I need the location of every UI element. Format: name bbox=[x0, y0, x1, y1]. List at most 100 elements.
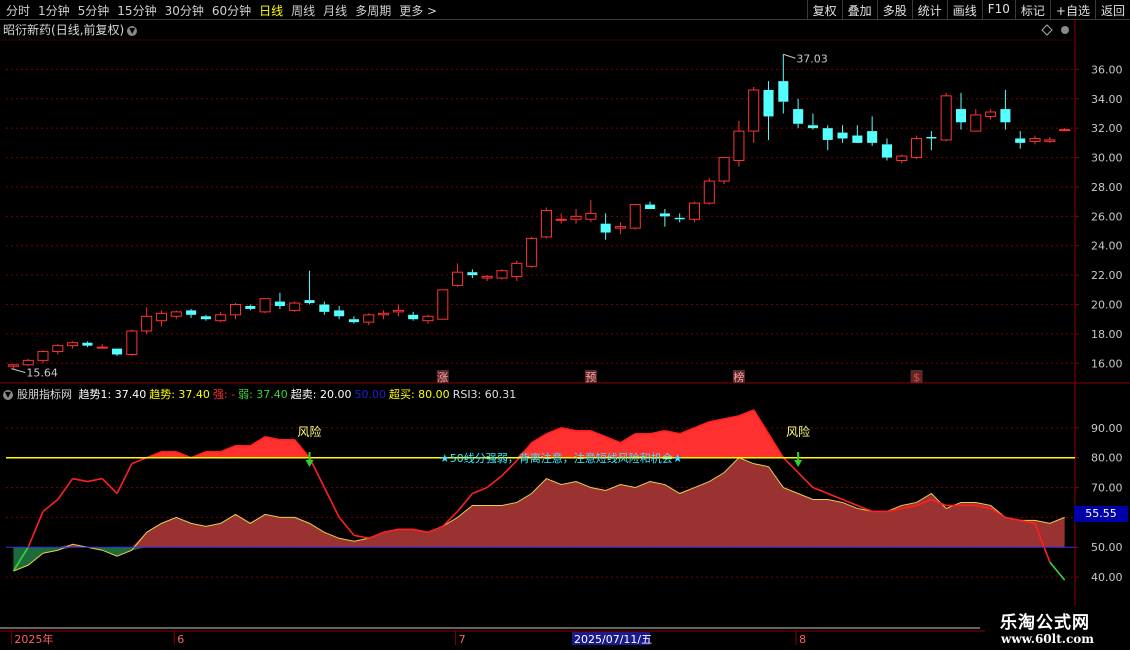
candle-66 bbox=[985, 109, 997, 120]
candle-26 bbox=[392, 304, 404, 317]
candle-body-63 bbox=[940, 95, 952, 141]
candle-body-71 bbox=[1059, 129, 1071, 132]
event-marker-3: $ bbox=[913, 371, 920, 384]
price-tick-label-1: 18.00 bbox=[1091, 328, 1123, 341]
candle-body-13 bbox=[200, 316, 211, 320]
candle-body-33 bbox=[496, 270, 508, 279]
candle-61 bbox=[911, 135, 923, 160]
candle-body-14 bbox=[215, 314, 227, 322]
candle-18 bbox=[274, 292, 285, 309]
candle-50 bbox=[748, 87, 760, 143]
price-tick-label-7: 30.00 bbox=[1091, 152, 1123, 165]
candle-body-31 bbox=[467, 272, 478, 276]
rsi-segment-21 bbox=[323, 487, 340, 518]
overbought-area bbox=[13, 409, 1065, 458]
candle-body-34 bbox=[511, 262, 523, 278]
ind-tick-label-3: 70.00 bbox=[1091, 482, 1123, 495]
watermark-url: www.60lt.com bbox=[1001, 632, 1094, 646]
time-label-2: 7 bbox=[459, 633, 466, 646]
rsi-segment-23 bbox=[353, 534, 369, 540]
candle-body-68 bbox=[1015, 138, 1026, 143]
candle-body-15 bbox=[229, 304, 242, 316]
event-marker-1: 预 bbox=[585, 371, 596, 384]
risk-label-0: 风险 bbox=[298, 424, 322, 439]
candle-0 bbox=[7, 364, 19, 369]
candle-body-56 bbox=[837, 132, 848, 139]
price-tick-label-0: 16.00 bbox=[1091, 357, 1123, 370]
rsi-segment-32 bbox=[486, 474, 503, 489]
price-tick-label-6: 28.00 bbox=[1091, 181, 1123, 194]
candle-46 bbox=[688, 201, 701, 223]
candle-53 bbox=[793, 98, 804, 129]
candle-body-5 bbox=[82, 342, 93, 346]
price-tick-label-8: 32.00 bbox=[1091, 122, 1123, 135]
candle-48 bbox=[718, 157, 730, 185]
candle-body-30 bbox=[452, 271, 464, 286]
time-label-3: 2025/07/11/五 bbox=[574, 633, 652, 646]
event-marker-0: 涨 bbox=[437, 371, 448, 384]
ind-tick-label-5: 90.00 bbox=[1091, 422, 1123, 435]
rsi-segment-55 bbox=[827, 492, 843, 501]
candle-63 bbox=[940, 92, 952, 142]
rsi-segment-7 bbox=[116, 463, 133, 494]
candle-5 bbox=[82, 341, 93, 348]
candle-69 bbox=[1029, 135, 1041, 145]
candle-11 bbox=[170, 310, 182, 320]
candle-body-20 bbox=[304, 300, 315, 304]
candle-body-39 bbox=[585, 212, 597, 220]
candle-29 bbox=[437, 289, 449, 320]
candle-body-28 bbox=[422, 315, 434, 322]
candle-body-45 bbox=[674, 217, 685, 220]
candle-body-65 bbox=[970, 114, 982, 132]
candle-70 bbox=[1044, 136, 1056, 143]
candle-34 bbox=[511, 260, 523, 282]
candle-body-29 bbox=[437, 289, 449, 320]
risk-label-1: 风险 bbox=[786, 424, 810, 439]
rsi-segment-8 bbox=[131, 456, 147, 465]
candle-body-61 bbox=[911, 137, 923, 159]
candle-41 bbox=[614, 222, 626, 234]
candle-body-25 bbox=[378, 312, 390, 316]
candle-36 bbox=[540, 207, 552, 239]
current-indicator-value: 55.55 bbox=[1074, 506, 1128, 522]
candle-8 bbox=[126, 329, 138, 356]
candle-body-53 bbox=[793, 109, 804, 124]
candle-body-43 bbox=[645, 204, 656, 209]
candle-45 bbox=[674, 213, 685, 223]
candle-body-4 bbox=[67, 342, 79, 347]
candle-body-18 bbox=[274, 301, 285, 306]
candle-30 bbox=[452, 263, 464, 287]
candle-body-47 bbox=[703, 180, 715, 204]
candle-3 bbox=[52, 344, 64, 355]
candle-body-11 bbox=[170, 311, 182, 317]
candle-9 bbox=[141, 307, 153, 334]
candle-44 bbox=[659, 209, 670, 227]
time-label-4: 8 bbox=[799, 633, 806, 646]
rsi-segment-6 bbox=[101, 478, 118, 495]
candle-24 bbox=[363, 313, 375, 326]
candle-43 bbox=[645, 201, 656, 209]
candle-10 bbox=[155, 310, 167, 327]
candle-body-42 bbox=[629, 204, 641, 229]
candle-67 bbox=[1000, 89, 1011, 130]
candle-body-49 bbox=[733, 130, 745, 162]
candle-body-59 bbox=[881, 144, 892, 158]
candle-52 bbox=[778, 54, 789, 114]
candle-body-19 bbox=[289, 302, 301, 311]
price-tick-label-4: 24.00 bbox=[1091, 240, 1123, 253]
candle-51 bbox=[763, 81, 774, 140]
candle-body-41 bbox=[614, 226, 626, 229]
settings-circle-icon bbox=[1061, 26, 1069, 34]
candle-19 bbox=[289, 301, 301, 312]
ind-tick-label-1: 50.00 bbox=[1091, 541, 1123, 554]
price-tick-label-5: 26.00 bbox=[1091, 210, 1123, 223]
candle-4 bbox=[67, 341, 79, 349]
candle-49 bbox=[733, 120, 745, 167]
price-tick-label-9: 34.00 bbox=[1091, 93, 1123, 106]
candle-20 bbox=[304, 270, 315, 305]
candle-body-23 bbox=[348, 319, 359, 323]
candle-12 bbox=[186, 308, 197, 318]
candle-body-50 bbox=[748, 89, 760, 132]
candle-body-46 bbox=[688, 202, 701, 220]
strength-area-above bbox=[13, 457, 1065, 548]
